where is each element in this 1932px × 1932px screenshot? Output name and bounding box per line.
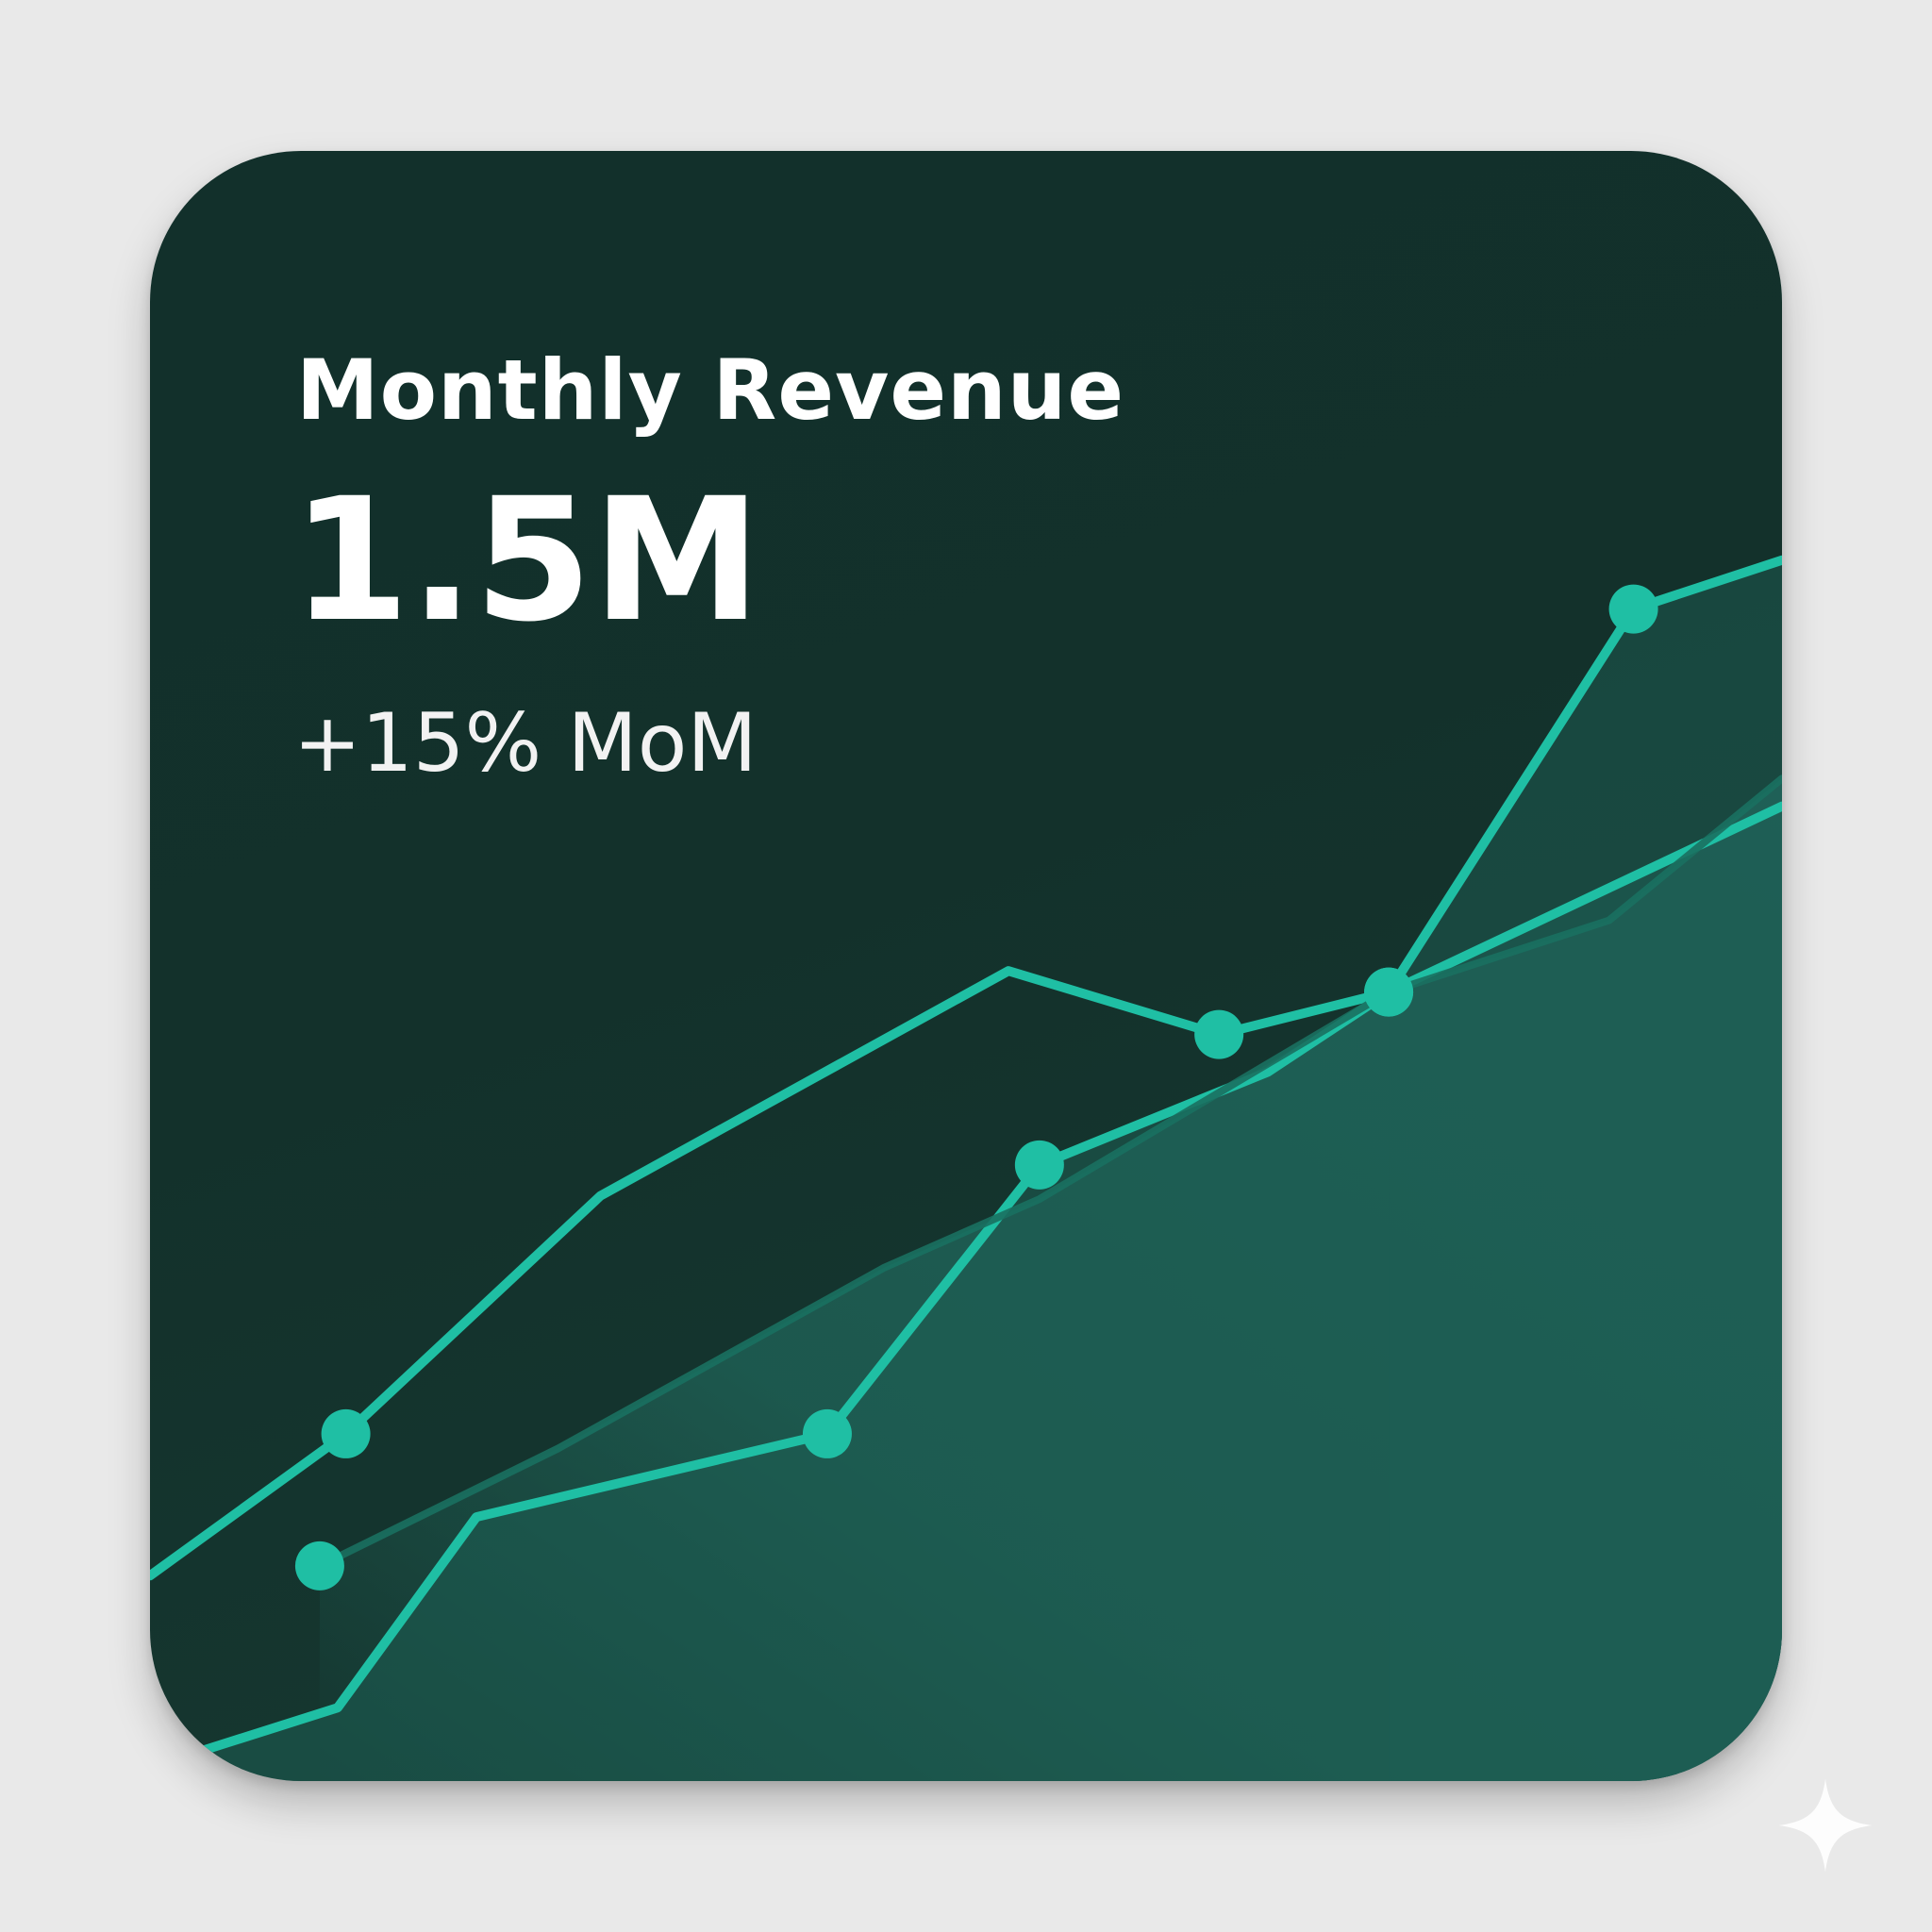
revenue-card: Monthly Revenue 1.5M +15% MoM — [150, 151, 1782, 1781]
revenue-value: 1.5M — [291, 462, 761, 659]
series-1-area — [1389, 559, 1782, 1781]
series-1-point — [1608, 584, 1658, 634]
series-3-point — [294, 1541, 344, 1591]
series-2-point — [1364, 967, 1414, 1017]
series-2-point — [1014, 1140, 1064, 1190]
sparkle-icon — [1778, 1778, 1873, 1873]
series-1-point — [1194, 1009, 1244, 1059]
series-1-point — [321, 1408, 371, 1458]
series-2-point — [802, 1408, 852, 1458]
month-over-month-change: +15% MoM — [293, 696, 758, 791]
card-title: Monthly Revenue — [296, 341, 1125, 439]
